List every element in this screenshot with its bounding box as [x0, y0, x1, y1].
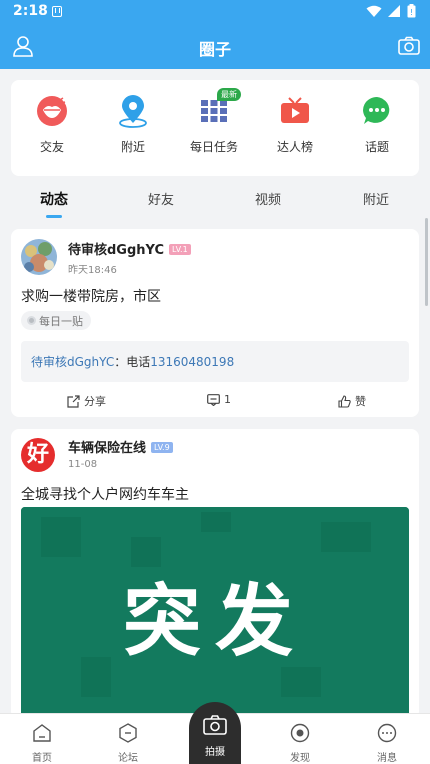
location-pin-icon	[116, 94, 150, 128]
tab-dynamic[interactable]: 动态	[14, 189, 94, 209]
contact-label: ：电话	[114, 355, 151, 369]
active-tab-indicator	[46, 215, 62, 218]
status-icons: !	[366, 4, 416, 18]
battery-icon: !	[407, 4, 416, 18]
comment-count: 1	[224, 393, 231, 406]
signal-icon	[388, 4, 400, 17]
like-label: 赞	[355, 395, 366, 408]
nav-shoot[interactable]: 拍摄	[189, 702, 241, 764]
thumbs-up-icon	[338, 394, 351, 408]
contact-phone[interactable]: 13160480198	[150, 355, 234, 369]
feature-leaderboard[interactable]: 达人榜	[260, 94, 330, 155]
tab-friends[interactable]: 好友	[121, 189, 201, 208]
tag-label: 每日一贴	[39, 314, 83, 328]
image-headline: 突发	[122, 577, 307, 667]
camera-icon	[203, 715, 227, 735]
app-header: 2:18 ! 圈子	[0, 0, 430, 69]
level-badge: LV.9	[151, 442, 173, 453]
scrollbar[interactable]	[425, 218, 428, 306]
share-button[interactable]: 分享	[67, 393, 106, 409]
feature-topics[interactable]: 话题	[342, 94, 412, 155]
feature-label: 交友	[39, 140, 64, 154]
bottom-navigation: 首页 论坛 拍摄 发现 消息	[0, 702, 430, 764]
new-badge: 最新	[217, 88, 241, 101]
feature-label: 附近	[120, 140, 145, 154]
nav-messages[interactable]: 消息	[357, 723, 417, 764]
nav-forum[interactable]: 论坛	[98, 723, 158, 764]
nav-label: 首页	[32, 753, 52, 764]
feature-label: 达人榜	[276, 140, 313, 154]
feature-dating[interactable]: 交友	[17, 94, 87, 155]
nav-discover[interactable]: 发现	[270, 723, 330, 764]
message-icon	[377, 723, 397, 743]
post-card[interactable]: 待审核dGghYC LV.1 昨天18:46 求购一楼带院房，市区 每日一贴 待审…	[11, 229, 419, 417]
tab-nearby[interactable]: 附近	[336, 189, 416, 208]
feature-shortcuts: 交友 附近 最新 每日任务 达人榜 话题	[11, 80, 419, 176]
feature-label: 每日任务	[189, 140, 238, 154]
home-icon	[33, 724, 51, 742]
nav-label: 拍摄	[205, 747, 225, 758]
lips-icon	[35, 94, 69, 128]
post-author[interactable]: 待审核dGghYC LV.1	[68, 239, 191, 258]
compass-icon	[290, 723, 310, 743]
nav-label: 消息	[377, 753, 397, 764]
status-bar: 2:18 !	[0, 0, 430, 24]
wifi-icon	[366, 5, 382, 17]
avatar[interactable]	[21, 239, 57, 275]
author-name: 待审核dGghYC	[68, 243, 165, 258]
tag-icon	[27, 316, 36, 325]
tv-icon	[278, 94, 312, 128]
like-button[interactable]: 赞	[338, 393, 366, 409]
post-image[interactable]: 突发	[21, 507, 409, 719]
avatar[interactable]: 好	[21, 438, 55, 472]
notification-icon	[52, 6, 62, 17]
share-icon	[67, 394, 80, 408]
svg-text:!: !	[410, 8, 413, 17]
camera-icon[interactable]	[398, 36, 420, 56]
feature-label: 话题	[364, 140, 389, 154]
comment-icon	[207, 393, 220, 406]
grid-icon: 最新	[197, 88, 241, 128]
title-bar: 圈子	[0, 24, 430, 69]
nav-label: 论坛	[118, 753, 138, 764]
feed-tabs: 动态 好友 视频 附近	[0, 184, 430, 218]
nav-label: 发现	[290, 753, 310, 764]
post-card[interactable]: 好 车辆保险在线 LV.9 11-08 全城寻找个人户网约车车主 突发	[11, 429, 419, 719]
post-author[interactable]: 车辆保险在线 LV.9	[68, 437, 173, 456]
nav-home[interactable]: 首页	[12, 723, 72, 764]
post-time: 11-08	[68, 459, 98, 470]
post-time: 昨天18:46	[68, 265, 117, 276]
author-name: 车辆保险在线	[68, 441, 147, 456]
tab-video[interactable]: 视频	[228, 189, 308, 208]
comment-button[interactable]: 1	[207, 393, 231, 406]
feature-nearby[interactable]: 附近	[98, 94, 168, 155]
post-tag[interactable]: 每日一贴	[21, 311, 91, 330]
contact-name[interactable]: 待审核dGghYC	[31, 355, 114, 369]
status-time: 2:18	[13, 3, 48, 19]
forum-icon	[119, 723, 137, 743]
contact-info: 待审核dGghYC：电话13160480198	[21, 341, 409, 382]
post-content: 全城寻找个人户网约车车主	[21, 487, 189, 503]
post-content: 求购一楼带院房，市区	[21, 289, 161, 305]
chat-bubble-icon	[360, 94, 394, 128]
level-badge: LV.1	[169, 244, 191, 255]
page-title: 圈子	[198, 40, 231, 59]
feature-daily-task[interactable]: 最新 每日任务	[179, 88, 249, 155]
share-label: 分享	[84, 395, 106, 408]
post-actions: 分享 1 赞	[11, 389, 419, 413]
